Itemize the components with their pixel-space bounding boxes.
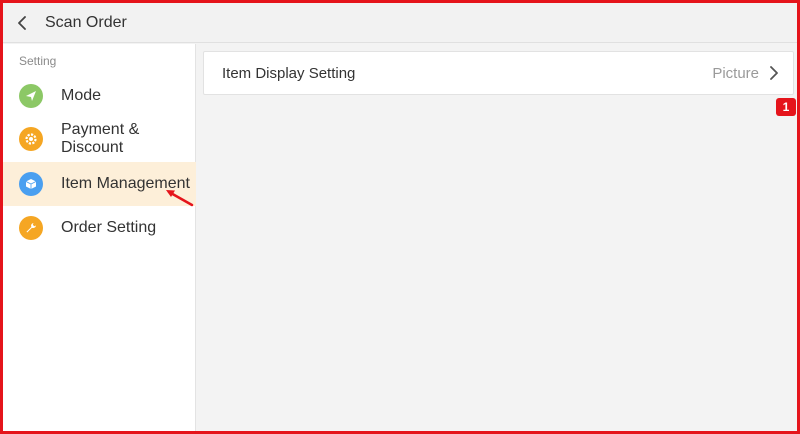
sidebar-item-label: Mode bbox=[61, 87, 102, 104]
setting-label: Item Display Setting bbox=[222, 64, 356, 82]
sidebar-item-mode[interactable]: Mode bbox=[3, 78, 196, 114]
annotation-badge: 1 bbox=[776, 98, 796, 116]
content-panel: Item Display Setting Picture bbox=[197, 44, 797, 431]
chevron-left-icon bbox=[18, 15, 26, 30]
sidebar-item-label: Order Setting bbox=[61, 219, 157, 236]
page-title: Scan Order bbox=[45, 13, 127, 31]
cube-icon bbox=[19, 172, 43, 196]
sidebar: Setting Mode Payment & Discount Item Man… bbox=[3, 44, 196, 431]
annotation-arrow-icon bbox=[166, 190, 194, 207]
header-bar: Scan Order bbox=[3, 3, 797, 43]
back-button[interactable] bbox=[3, 3, 43, 43]
sidebar-item-order-setting[interactable]: Order Setting bbox=[3, 210, 196, 246]
chevron-right-icon bbox=[770, 66, 778, 80]
item-display-setting-row[interactable]: Item Display Setting Picture bbox=[203, 51, 794, 95]
send-icon bbox=[19, 84, 43, 108]
gear-icon bbox=[19, 127, 43, 151]
wrench-icon bbox=[19, 216, 43, 240]
sidebar-item-label: Payment & Discount bbox=[61, 121, 140, 156]
sidebar-section-label: Setting bbox=[19, 54, 57, 68]
app-frame: Scan Order Setting Mode Payment & Discou… bbox=[0, 0, 800, 434]
sidebar-item-payment-discount[interactable]: Payment & Discount bbox=[3, 118, 196, 160]
setting-value: Picture bbox=[712, 64, 759, 82]
